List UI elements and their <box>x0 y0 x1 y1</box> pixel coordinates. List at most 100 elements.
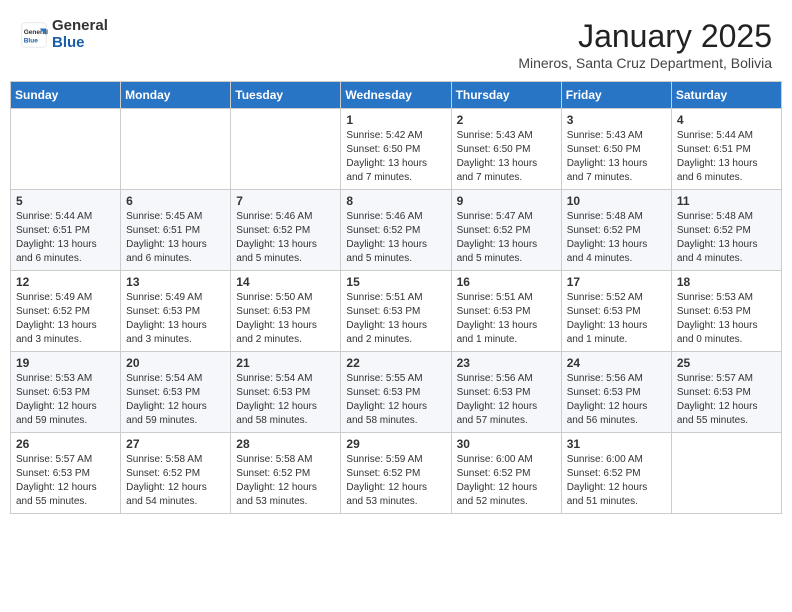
weekday-header-thursday: Thursday <box>451 82 561 109</box>
day-info: Sunrise: 5:42 AM Sunset: 6:50 PM Dayligh… <box>346 129 445 185</box>
day-cell: 16 Sunrise: 5:51 AM Sunset: 6:53 PM Dayli… <box>451 271 561 352</box>
day-number: 1 <box>346 113 445 127</box>
weekday-header-saturday: Saturday <box>671 82 781 109</box>
logo-general-text: General <box>52 18 108 35</box>
day-number: 26 <box>16 437 115 451</box>
logo-blue-text: Blue <box>52 35 108 52</box>
day-info: Sunrise: 5:56 AM Sunset: 6:53 PM Dayligh… <box>567 372 666 428</box>
day-number: 13 <box>126 275 225 289</box>
week-row-2: 5 Sunrise: 5:44 AM Sunset: 6:51 PM Daylig… <box>11 190 782 271</box>
logo: General Blue General Blue <box>20 18 108 51</box>
day-number: 4 <box>677 113 776 127</box>
day-info: Sunrise: 5:56 AM Sunset: 6:53 PM Dayligh… <box>457 372 556 428</box>
day-cell <box>231 109 341 190</box>
day-info: Sunrise: 5:44 AM Sunset: 6:51 PM Dayligh… <box>677 129 776 185</box>
day-cell: 3Sunrise: 5:43 AM Sunset: 6:50 PM Daylig… <box>561 109 671 190</box>
day-info: Sunrise: 5:43 AM Sunset: 6:50 PM Dayligh… <box>567 129 666 185</box>
day-cell: 25 Sunrise: 5:57 AM Sunset: 6:53 PM Dayli… <box>671 352 781 433</box>
day-info: Sunrise: 5:47 AM Sunset: 6:52 PM Dayligh… <box>457 210 556 266</box>
day-info: Sunrise: 6:00 AM Sunset: 6:52 PM Dayligh… <box>567 453 666 509</box>
day-cell: 30Sunrise: 6:00 AM Sunset: 6:52 PM Dayli… <box>451 433 561 514</box>
day-info: Sunrise: 5:54 AM Sunset: 6:53 PM Dayligh… <box>126 372 225 428</box>
day-number: 8 <box>346 194 445 208</box>
location-title: Mineros, Santa Cruz Department, Bolivia <box>518 55 772 71</box>
day-cell <box>671 433 781 514</box>
day-info: Sunrise: 5:44 AM Sunset: 6:51 PM Dayligh… <box>16 210 115 266</box>
day-number: 7 <box>236 194 335 208</box>
day-info: Sunrise: 5:48 AM Sunset: 6:52 PM Dayligh… <box>677 210 776 266</box>
day-info: Sunrise: 5:52 AM Sunset: 6:53 PM Dayligh… <box>567 291 666 347</box>
day-number: 25 <box>677 356 776 370</box>
day-cell: 28 Sunrise: 5:58 AM Sunset: 6:52 PM Dayli… <box>231 433 341 514</box>
day-info: Sunrise: 5:58 AM Sunset: 6:52 PM Dayligh… <box>236 453 335 509</box>
weekday-header-wednesday: Wednesday <box>341 82 451 109</box>
page-header: General Blue General Blue January 2025 M… <box>10 10 782 75</box>
day-cell: 7 Sunrise: 5:46 AM Sunset: 6:52 PM Daylig… <box>231 190 341 271</box>
day-cell: 12 Sunrise: 5:49 AM Sunset: 6:52 PM Dayli… <box>11 271 121 352</box>
day-cell: 26Sunrise: 5:57 AM Sunset: 6:53 PM Dayli… <box>11 433 121 514</box>
day-number: 17 <box>567 275 666 289</box>
day-info: Sunrise: 5:58 AM Sunset: 6:52 PM Dayligh… <box>126 453 225 509</box>
day-number: 12 <box>16 275 115 289</box>
day-number: 6 <box>126 194 225 208</box>
day-cell: 9 Sunrise: 5:47 AM Sunset: 6:52 PM Daylig… <box>451 190 561 271</box>
day-cell: 11Sunrise: 5:48 AM Sunset: 6:52 PM Dayli… <box>671 190 781 271</box>
day-cell: 21 Sunrise: 5:54 AM Sunset: 6:53 PM Dayli… <box>231 352 341 433</box>
day-info: Sunrise: 5:51 AM Sunset: 6:53 PM Dayligh… <box>457 291 556 347</box>
day-info: Sunrise: 5:51 AM Sunset: 6:53 PM Dayligh… <box>346 291 445 347</box>
day-cell: 13 Sunrise: 5:49 AM Sunset: 6:53 PM Dayli… <box>121 271 231 352</box>
weekday-header-friday: Friday <box>561 82 671 109</box>
day-info: Sunrise: 5:45 AM Sunset: 6:51 PM Dayligh… <box>126 210 225 266</box>
weekday-header-row: SundayMondayTuesdayWednesdayThursdayFrid… <box>11 82 782 109</box>
day-number: 5 <box>16 194 115 208</box>
day-cell: 31 Sunrise: 6:00 AM Sunset: 6:52 PM Dayli… <box>561 433 671 514</box>
day-number: 30 <box>457 437 556 451</box>
day-number: 29 <box>346 437 445 451</box>
day-info: Sunrise: 5:46 AM Sunset: 6:52 PM Dayligh… <box>236 210 335 266</box>
day-cell: 27 Sunrise: 5:58 AM Sunset: 6:52 PM Dayli… <box>121 433 231 514</box>
day-number: 27 <box>126 437 225 451</box>
day-info: Sunrise: 5:59 AM Sunset: 6:52 PM Dayligh… <box>346 453 445 509</box>
day-number: 2 <box>457 113 556 127</box>
svg-text:Blue: Blue <box>24 37 38 44</box>
logo-icon: General Blue <box>20 21 48 49</box>
day-number: 31 <box>567 437 666 451</box>
day-info: Sunrise: 5:49 AM Sunset: 6:53 PM Dayligh… <box>126 291 225 347</box>
day-info: Sunrise: 5:53 AM Sunset: 6:53 PM Dayligh… <box>16 372 115 428</box>
day-info: Sunrise: 5:54 AM Sunset: 6:53 PM Dayligh… <box>236 372 335 428</box>
day-cell <box>11 109 121 190</box>
day-number: 19 <box>16 356 115 370</box>
day-number: 16 <box>457 275 556 289</box>
day-number: 23 <box>457 356 556 370</box>
day-cell: 8 Sunrise: 5:46 AM Sunset: 6:52 PM Daylig… <box>341 190 451 271</box>
title-section: January 2025 Mineros, Santa Cruz Departm… <box>518 18 772 71</box>
day-info: Sunrise: 5:57 AM Sunset: 6:53 PM Dayligh… <box>677 372 776 428</box>
day-cell: 20Sunrise: 5:54 AM Sunset: 6:53 PM Dayli… <box>121 352 231 433</box>
week-row-1: 1 Sunrise: 5:42 AM Sunset: 6:50 PM Daylig… <box>11 109 782 190</box>
day-cell: 6 Sunrise: 5:45 AM Sunset: 6:51 PM Daylig… <box>121 190 231 271</box>
day-cell: 2 Sunrise: 5:43 AM Sunset: 6:50 PM Daylig… <box>451 109 561 190</box>
day-info: Sunrise: 5:43 AM Sunset: 6:50 PM Dayligh… <box>457 129 556 185</box>
day-number: 28 <box>236 437 335 451</box>
day-cell: 5 Sunrise: 5:44 AM Sunset: 6:51 PM Daylig… <box>11 190 121 271</box>
week-row-3: 12 Sunrise: 5:49 AM Sunset: 6:52 PM Dayli… <box>11 271 782 352</box>
day-number: 9 <box>457 194 556 208</box>
day-cell: 19 Sunrise: 5:53 AM Sunset: 6:53 PM Dayli… <box>11 352 121 433</box>
day-cell: 14Sunrise: 5:50 AM Sunset: 6:53 PM Dayli… <box>231 271 341 352</box>
day-info: Sunrise: 5:55 AM Sunset: 6:53 PM Dayligh… <box>346 372 445 428</box>
day-number: 21 <box>236 356 335 370</box>
day-cell: 15 Sunrise: 5:51 AM Sunset: 6:53 PM Dayli… <box>341 271 451 352</box>
day-number: 14 <box>236 275 335 289</box>
weekday-header-monday: Monday <box>121 82 231 109</box>
day-info: Sunrise: 5:46 AM Sunset: 6:52 PM Dayligh… <box>346 210 445 266</box>
day-number: 15 <box>346 275 445 289</box>
week-row-5: 26Sunrise: 5:57 AM Sunset: 6:53 PM Dayli… <box>11 433 782 514</box>
day-cell: 10Sunrise: 5:48 AM Sunset: 6:52 PM Dayli… <box>561 190 671 271</box>
weekday-header-sunday: Sunday <box>11 82 121 109</box>
day-cell: 23 Sunrise: 5:56 AM Sunset: 6:53 PM Dayli… <box>451 352 561 433</box>
month-title: January 2025 <box>518 18 772 55</box>
day-cell: 29 Sunrise: 5:59 AM Sunset: 6:52 PM Dayli… <box>341 433 451 514</box>
day-number: 24 <box>567 356 666 370</box>
day-info: Sunrise: 5:49 AM Sunset: 6:52 PM Dayligh… <box>16 291 115 347</box>
day-number: 10 <box>567 194 666 208</box>
